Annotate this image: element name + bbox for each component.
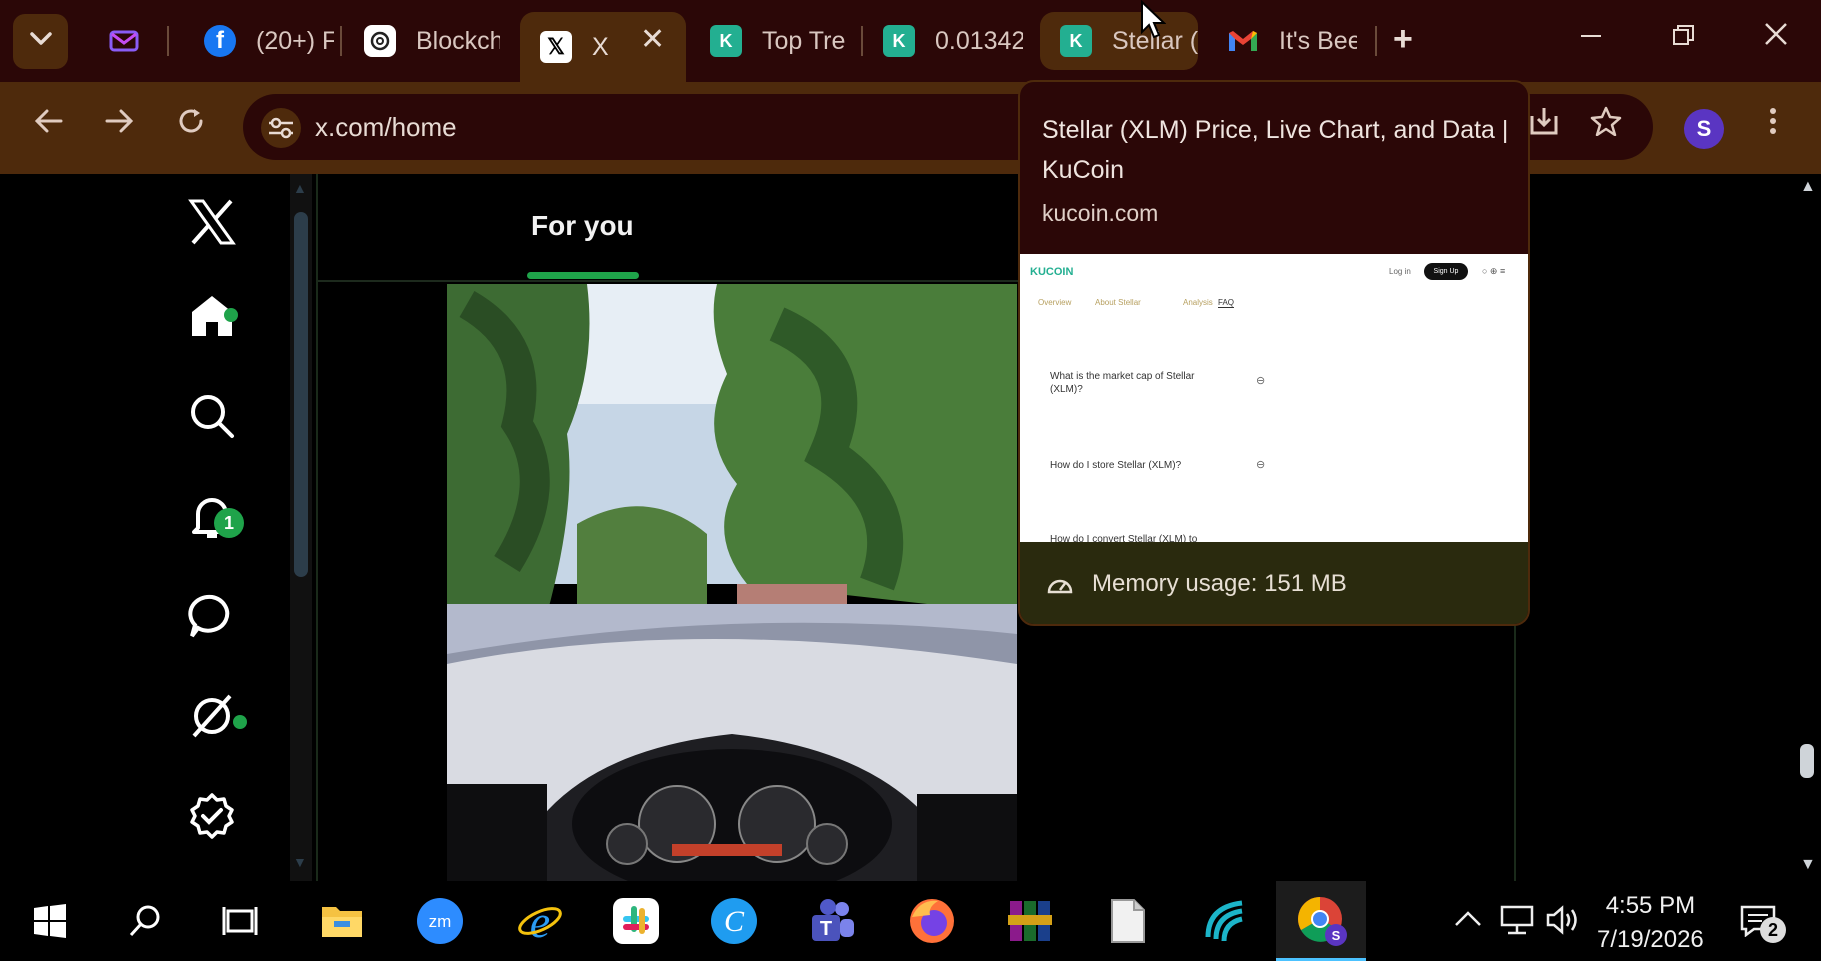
new-tab-button[interactable]: +	[1393, 20, 1413, 59]
tab-top-trending[interactable]: K Top Tre	[690, 12, 858, 70]
taskbar-clock[interactable]: 4:55 PM 7/19/2026	[1597, 889, 1704, 957]
file-explorer-icon[interactable]	[316, 895, 368, 947]
hover-card-preview: KUCOIN Log in Sign Up ○ ⊕ ≡ Overview Abo…	[1020, 254, 1528, 542]
chevron-down-icon	[29, 32, 52, 51]
speedometer-icon	[1046, 572, 1074, 601]
minimize-icon[interactable]	[1580, 22, 1602, 53]
task-view-icon[interactable]	[214, 895, 266, 947]
clock-date: 7/19/2026	[1597, 926, 1704, 953]
memory-usage-text: Memory usage: 151 MB	[1092, 570, 1347, 597]
restore-icon[interactable]	[1672, 22, 1696, 53]
search-icon[interactable]	[120, 895, 172, 947]
tab-title: Blockch	[416, 26, 500, 55]
audio-app-icon[interactable]	[1200, 895, 1252, 947]
gmail-icon	[1227, 25, 1259, 57]
svg-text:zm: zm	[429, 912, 452, 931]
preview-signup: Sign Up	[1424, 263, 1468, 280]
hover-card-domain: kucoin.com	[1042, 200, 1159, 226]
tab-kucoin-price[interactable]: K 0.01342	[863, 12, 1023, 70]
svg-text:S: S	[1332, 928, 1341, 943]
search-icon[interactable]	[186, 390, 238, 442]
tab-gmail[interactable]: It's Beer	[1207, 12, 1357, 70]
browser-toolbar: x.com/home S	[0, 82, 1821, 174]
page-content: 1 ▲ ▼ For you ▲ ▼	[0, 174, 1821, 881]
post-image[interactable]	[447, 284, 1017, 881]
site-settings-icon[interactable]	[261, 108, 301, 148]
back-icon[interactable]	[34, 106, 64, 144]
internet-explorer-icon[interactable]: e	[514, 895, 566, 947]
kucoin-brand: KUCOIN	[1030, 266, 1074, 278]
chevron-up-icon[interactable]	[1454, 905, 1482, 936]
tab-hover-card: Stellar (XLM) Price, Live Chart, and Dat…	[1018, 80, 1530, 626]
kucoin-icon: K	[710, 25, 742, 57]
svg-text:T: T	[820, 918, 832, 940]
x-logo-icon[interactable]	[186, 196, 238, 248]
grok-unread-dot	[233, 715, 247, 729]
tab-title: (20+) Fa	[256, 26, 334, 55]
chrome-icon[interactable]: S	[1296, 895, 1348, 947]
notification-count-badge: 2	[1760, 917, 1786, 943]
tab-facebook[interactable]: f (20+) Fa	[184, 12, 334, 70]
tab-strip: f (20+) Fa Blockch 𝕏 X ✕ K Top Tre K 0.0…	[0, 0, 1821, 82]
tab-title: X	[592, 32, 609, 61]
forward-icon[interactable]	[104, 106, 134, 144]
canva-icon[interactable]: C	[708, 895, 760, 947]
tab-stellar[interactable]: K Stellar (	[1040, 12, 1198, 70]
grok-icon[interactable]	[186, 690, 238, 742]
sidebar-scrollbar[interactable]: ▲ ▼	[290, 174, 312, 881]
file-icon[interactable]	[1102, 895, 1154, 947]
zoom-icon[interactable]: zm	[414, 895, 466, 947]
openai-icon	[364, 25, 396, 57]
bookmark-star-icon[interactable]	[1590, 106, 1622, 144]
preview-login: Log in	[1389, 267, 1411, 276]
install-app-icon[interactable]	[1528, 106, 1560, 144]
hover-card-memory: Memory usage: 151 MB	[1020, 542, 1528, 624]
proton-mail-icon	[108, 25, 140, 57]
menu-kebab-icon[interactable]	[1768, 106, 1778, 144]
volume-icon[interactable]	[1546, 905, 1580, 942]
active-tab-indicator	[527, 272, 639, 279]
hover-card-title: Stellar (XLM) Price, Live Chart, and Dat…	[1042, 116, 1509, 184]
firefox-icon[interactable]	[906, 895, 958, 947]
tab-title: 0.01342	[935, 26, 1023, 55]
tab-search-button[interactable]	[13, 14, 68, 69]
windows-taskbar: zm e C T S 4:55 PM 7/19/2026 2	[0, 881, 1821, 961]
kucoin-icon: K	[883, 25, 915, 57]
messages-icon[interactable]	[186, 590, 238, 642]
tab-for-you[interactable]: For you	[531, 210, 634, 242]
verified-icon[interactable]	[186, 790, 238, 842]
svg-text:C: C	[724, 905, 745, 938]
notifications-badge: 1	[214, 508, 244, 538]
network-icon[interactable]	[1500, 905, 1534, 942]
winrar-icon[interactable]	[1004, 895, 1056, 947]
tab-title: It's Beer	[1279, 26, 1357, 55]
mouse-cursor	[1140, 0, 1167, 45]
teams-icon[interactable]: T	[806, 895, 858, 947]
page-scrollbar[interactable]: ▲ ▼	[1794, 174, 1821, 881]
profile-avatar[interactable]: S	[1684, 109, 1724, 149]
tab-title: Top Tre	[762, 26, 846, 55]
tab-proton-mail[interactable]	[88, 12, 166, 70]
slack-icon[interactable]	[610, 895, 662, 947]
url-text[interactable]: x.com/home	[315, 112, 457, 143]
clock-time: 4:55 PM	[1605, 892, 1696, 919]
kucoin-icon: K	[1060, 25, 1092, 57]
windows-start-icon[interactable]	[24, 895, 76, 947]
svg-text:e: e	[530, 897, 550, 945]
x-icon: 𝕏	[540, 31, 572, 63]
reload-icon[interactable]	[176, 106, 206, 144]
facebook-icon: f	[204, 25, 236, 57]
close-tab-icon[interactable]: ✕	[640, 22, 665, 57]
tab-blockchain[interactable]: Blockch	[344, 12, 500, 70]
close-window-icon[interactable]	[1764, 22, 1788, 53]
home-unread-dot	[224, 308, 238, 322]
